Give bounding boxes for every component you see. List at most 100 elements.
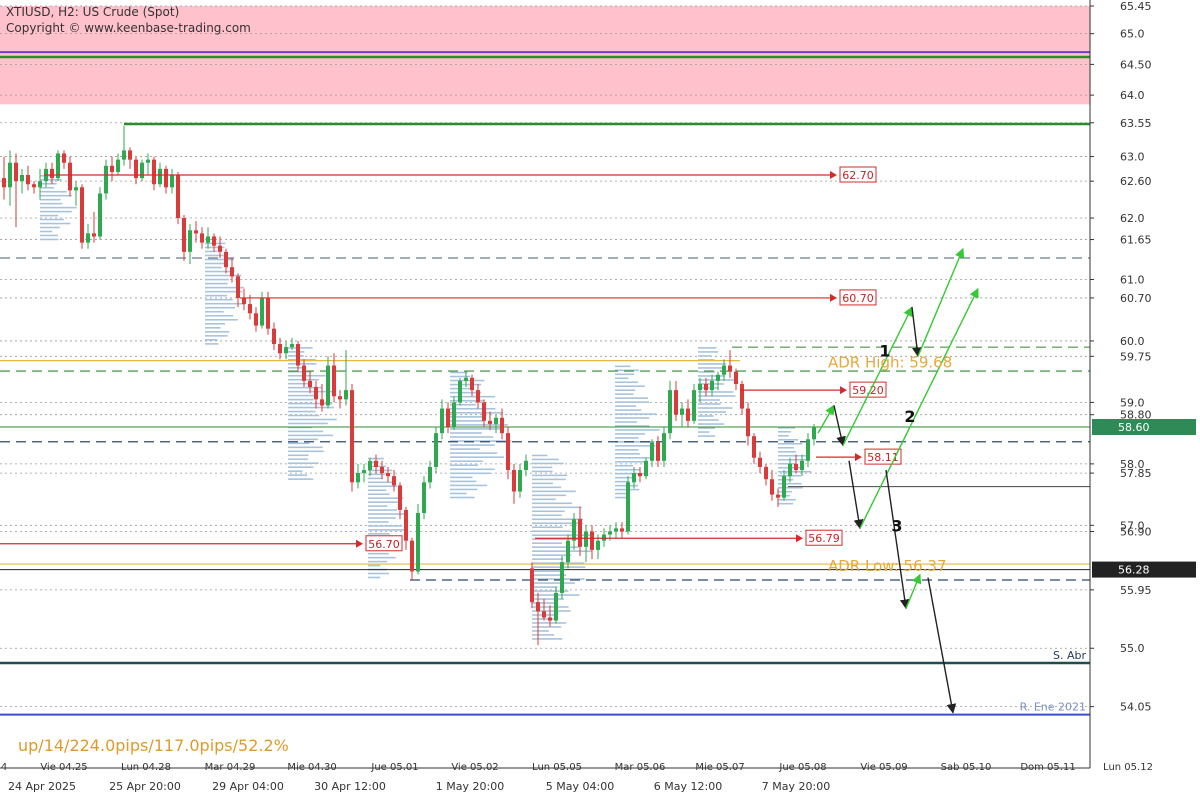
volume-profile-bar bbox=[288, 374, 326, 377]
volume-profile-bar bbox=[532, 482, 553, 485]
date-tick-label: 24 Apr 2025 bbox=[8, 780, 76, 793]
candle-body bbox=[56, 153, 60, 179]
volume-profile-bar bbox=[698, 419, 719, 421]
volume-profile-bar bbox=[615, 417, 650, 419]
time-tick-label: Mie 05.07 bbox=[695, 762, 744, 773]
candle-body bbox=[68, 162, 72, 191]
candle-body bbox=[542, 611, 546, 618]
volume-profile-bar bbox=[450, 395, 496, 398]
volume-profile-bar bbox=[40, 198, 61, 201]
volume-profile-bar bbox=[450, 448, 480, 450]
candle-body bbox=[206, 236, 210, 243]
candle-body bbox=[242, 297, 246, 305]
volume-profile-bar bbox=[778, 430, 791, 433]
candle-body bbox=[158, 168, 162, 185]
date-tick-label: 29 Apr 04:00 bbox=[212, 780, 284, 793]
projection-arrow bbox=[848, 460, 864, 530]
volume-profile-bar bbox=[40, 226, 60, 229]
candle-body bbox=[368, 460, 372, 471]
candle-body bbox=[590, 531, 594, 550]
volume-profile-bar bbox=[615, 397, 648, 399]
volume-profile-bar bbox=[532, 498, 556, 501]
time-tick-label: Mie 04.30 bbox=[287, 762, 336, 773]
candle-body bbox=[212, 236, 216, 246]
candle-body bbox=[170, 175, 174, 188]
candle-body bbox=[332, 365, 336, 397]
candle-body bbox=[50, 168, 54, 179]
volume-profile-bar bbox=[288, 470, 303, 472]
candle-body bbox=[740, 383, 744, 409]
volume-profile-bar bbox=[532, 622, 567, 624]
volume-profile-bar bbox=[205, 250, 218, 253]
candle-body bbox=[440, 408, 444, 434]
price-tick-label: 55.95 bbox=[1120, 584, 1152, 597]
projection-arrow bbox=[885, 469, 910, 610]
volume-profile-bar bbox=[288, 474, 307, 476]
volume-profile-bar bbox=[698, 391, 734, 393]
candle-body bbox=[86, 233, 90, 243]
volume-profile-bar bbox=[698, 367, 723, 369]
candle-body bbox=[422, 482, 426, 514]
volume-profile-bar bbox=[532, 566, 586, 568]
candle-body bbox=[716, 374, 720, 381]
candle-body bbox=[104, 165, 108, 194]
volume-profile-bar bbox=[698, 363, 727, 365]
candle-body bbox=[314, 387, 318, 400]
volume-profile-bar bbox=[532, 490, 576, 493]
volume-profile-bar bbox=[40, 194, 72, 197]
candle-body bbox=[164, 168, 168, 188]
time-tick-label: Lun 05.12 bbox=[1103, 762, 1153, 773]
volume-profile-bar bbox=[450, 375, 471, 378]
volume-profile-bar bbox=[532, 550, 592, 552]
candle-body bbox=[140, 162, 144, 179]
target-arrowhead bbox=[830, 293, 837, 302]
volume-profile-bar bbox=[615, 449, 639, 451]
price-tick-label: 65.0 bbox=[1120, 28, 1145, 41]
date-tick-label: 1 May 20:00 bbox=[436, 780, 504, 793]
target-arrowhead bbox=[356, 539, 363, 548]
volume-profile-bar bbox=[205, 278, 229, 281]
candle-body bbox=[722, 365, 726, 375]
volume-profile-bar bbox=[368, 489, 387, 492]
price-tag-label: 58.60 bbox=[1118, 421, 1150, 434]
volume-profile-bar bbox=[205, 343, 219, 345]
candle-body bbox=[794, 463, 798, 471]
target-label: 62.70 bbox=[842, 169, 874, 182]
time-tick-label: Lun 04.28 bbox=[121, 762, 171, 773]
volume-profile-bar bbox=[288, 430, 324, 433]
volume-profile-bar bbox=[205, 302, 246, 305]
candle-body bbox=[356, 473, 360, 483]
volume-profile-bar bbox=[288, 355, 304, 357]
candle-body bbox=[614, 528, 618, 532]
candle-body bbox=[62, 153, 66, 163]
volume-profile-bar bbox=[288, 402, 333, 405]
volume-profile-bar bbox=[288, 442, 310, 445]
volume-profile-bar bbox=[368, 481, 395, 484]
candle-body bbox=[122, 150, 126, 160]
candle-body bbox=[734, 371, 738, 384]
candle-body bbox=[8, 162, 12, 188]
volume-profile-bar bbox=[450, 428, 504, 430]
volume-profile-bar bbox=[698, 399, 720, 401]
volume-profile-bar bbox=[450, 460, 483, 463]
candle-body bbox=[308, 380, 312, 388]
volume-profile-bar bbox=[205, 282, 228, 285]
adr-label: ADR Low: 56.37 bbox=[828, 557, 946, 575]
volume-profile-bar bbox=[532, 542, 562, 544]
volume-profile-bar bbox=[532, 630, 549, 632]
candle-body bbox=[806, 439, 810, 461]
time-tick-label: Mar 04.29 bbox=[205, 762, 256, 773]
volume-profile-bar bbox=[368, 521, 389, 523]
candle-body bbox=[698, 383, 702, 391]
volume-profile-bar bbox=[532, 506, 582, 509]
price-tick-label: 56.90 bbox=[1120, 525, 1152, 538]
volume-profile-bar bbox=[368, 513, 408, 515]
price-tick-label: 55.0 bbox=[1120, 642, 1145, 655]
volume-profile-bar bbox=[615, 413, 657, 415]
volume-profile-bar bbox=[532, 570, 564, 572]
volume-profile-bar bbox=[450, 492, 467, 495]
candle-body bbox=[650, 442, 654, 461]
volume-profile-bar bbox=[288, 466, 314, 469]
candle-body bbox=[392, 476, 396, 486]
candle-body bbox=[74, 187, 78, 191]
